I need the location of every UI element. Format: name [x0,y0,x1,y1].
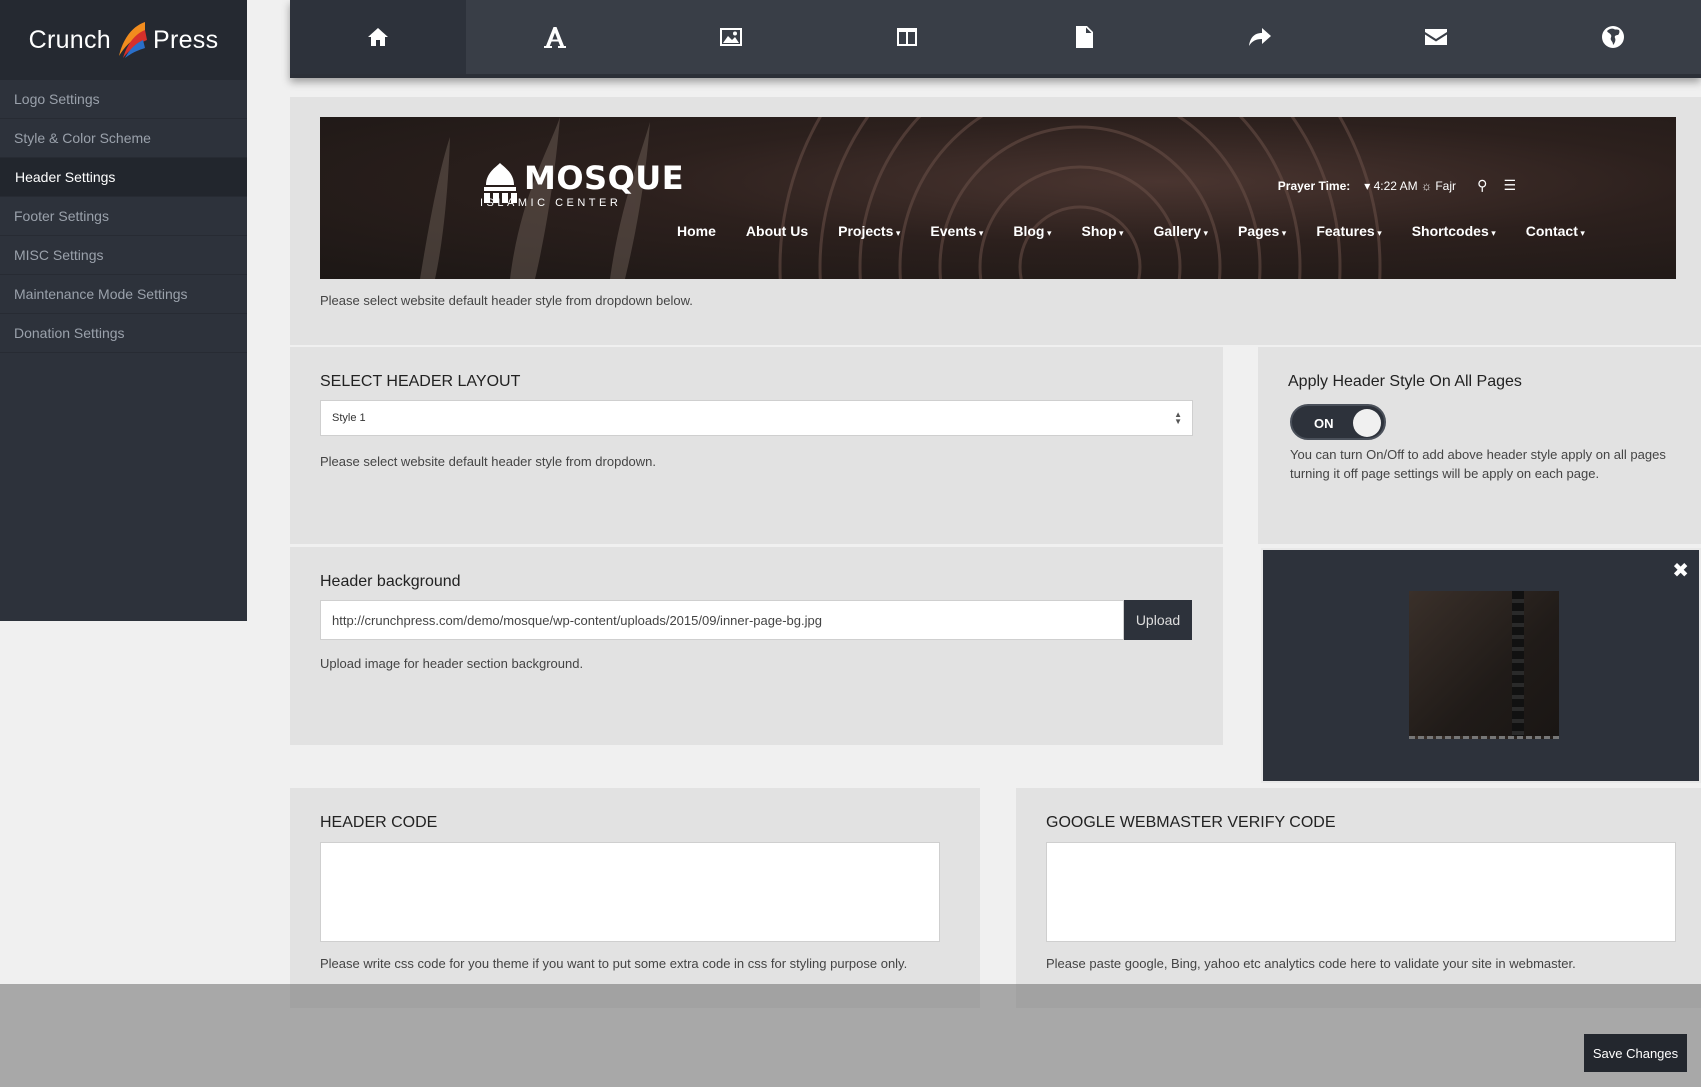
toggle-label: ON [1314,416,1334,431]
preview-nav-item: Pages [1238,223,1286,239]
sidebar-item-footer-settings[interactable]: Footer Settings [0,197,247,236]
preview-nav-item: Projects [838,223,900,239]
prayer-time-value: ▾ 4:22 AM ☼ Fajr [1364,179,1456,193]
tab-social[interactable] [1171,0,1349,78]
prayer-time-label: Prayer Time: [1277,179,1351,193]
header-layout-title: SELECT HEADER LAYOUT [320,373,521,390]
apply-header-style-panel: Apply Header Style On All Pages ON You c… [1258,347,1701,544]
header-layout-select[interactable]: Style 1 ▲ ▼ [320,400,1193,436]
upload-button[interactable]: Upload [1124,600,1192,640]
mosque-logo: MOSQUE ISLAMIC CENTER [480,161,684,209]
header-layout-selected: Style 1 [332,412,366,424]
mosque-dome-icon [484,163,517,203]
search-icon: ⚲ [1477,177,1488,193]
sidebar-item-maintenance-mode[interactable]: Maintenance Mode Settings [0,275,247,314]
header-background-url-input[interactable]: http://crunchpress.com/demo/mosque/wp-co… [320,600,1124,640]
globe-icon [1601,26,1624,48]
mosque-logo-title: MOSQUE [524,159,685,197]
document-icon [1075,26,1093,48]
verify-code-help: Please paste google, Bing, yahoo etc ana… [1046,956,1576,971]
header-code-help: Please write css code for you theme if y… [320,956,908,971]
logo-text-right: Press [153,25,219,54]
share-icon [1249,28,1272,46]
tab-home[interactable] [290,0,467,78]
font-icon [543,27,566,48]
sidebar-item-label: Maintenance Mode Settings [14,286,188,302]
header-preview-image: MOSQUE ISLAMIC CENTER Prayer Time: ▾ 4:2… [320,117,1676,279]
settings-tab-bar [290,0,1701,78]
header-layout-panel: SELECT HEADER LAYOUT Style 1 ▲ ▼ Please s… [290,347,1223,544]
verify-code-textarea[interactable] [1046,842,1676,942]
sidebar-item-misc-settings[interactable]: MISC Settings [0,236,247,275]
columns-icon [897,28,918,46]
apply-header-style-title: Apply Header Style On All Pages [1288,373,1522,390]
sidebar-item-label: Style & Color Scheme [14,130,151,146]
tab-email[interactable] [1348,0,1525,78]
apply-header-style-help: You can turn On/Off to add above header … [1290,447,1666,481]
preview-header-icons: ⚲ ☰ [1477,177,1516,194]
sidebar-item-label: Logo Settings [14,91,100,107]
sidebar-item-style-color[interactable]: Style & Color Scheme [0,119,247,158]
logo-text-left: Crunch [28,25,111,54]
apply-header-style-toggle[interactable]: ON [1290,404,1386,440]
header-background-panel: Header background http://crunchpress.com… [290,547,1223,745]
tab-typography[interactable] [466,0,643,78]
preview-nav-item: Contact [1526,223,1585,239]
sidebar-item-header-settings[interactable]: Header Settings [0,158,247,197]
sidebar-item-donation-settings[interactable]: Donation Settings [0,314,247,353]
header-background-help: Upload image for header section backgrou… [320,656,584,671]
sidebar: Crunch Press Logo Settings Style & Color… [0,0,247,621]
preview-nav-item: Shop [1082,223,1124,239]
settings-nav: Logo Settings Style & Color Scheme Heade… [0,80,247,353]
preview-nav-item: Home [677,223,716,239]
tab-pages[interactable] [995,0,1172,78]
preview-site-nav: Home About Us Projects Events Blog Shop … [677,223,1615,239]
background-image-preview: ✖ [1261,548,1701,783]
toggle-knob [1353,409,1381,437]
verify-code-panel: GOOGLE WEBMASTER VERIFY CODE Please past… [1016,788,1701,1008]
verify-code-title: GOOGLE WEBMASTER VERIFY CODE [1046,814,1336,831]
preview-nav-item: Blog [1013,223,1051,239]
preview-nav-item: Features [1316,223,1381,239]
header-code-title: HEADER CODE [320,814,438,831]
logo-swoosh-icon [119,22,147,58]
sidebar-item-label: Donation Settings [14,325,125,341]
sidebar-item-logo-settings[interactable]: Logo Settings [0,80,247,119]
sidebar-item-label: Header Settings [15,169,116,185]
envelope-icon [1425,29,1448,45]
header-background-title: Header background [320,573,461,590]
header-layout-help: Please select website default header sty… [320,454,657,469]
header-background-url-value: http://crunchpress.com/demo/mosque/wp-co… [332,612,822,628]
home-icon [368,28,389,46]
save-bar [0,984,1701,1087]
save-changes-button[interactable]: Save Changes [1584,1034,1687,1072]
preview-nav-item: Shortcodes [1412,223,1496,239]
sidebar-item-label: Footer Settings [14,208,109,224]
prayer-time-widget: Prayer Time: ▾ 4:22 AM ☼ Fajr [1278,179,1456,193]
tab-media[interactable] [642,0,820,78]
header-preview-panel: MOSQUE ISLAMIC CENTER Prayer Time: ▾ 4:2… [290,97,1701,345]
prayer-beads-graphic [1512,591,1524,736]
close-icon[interactable]: ✖ [1672,558,1689,583]
background-thumbnail [1409,591,1559,739]
preview-help-text: Please select website default header sty… [320,293,693,308]
preview-nav-item: Gallery [1154,223,1209,239]
tab-language[interactable] [1524,0,1701,78]
tab-layout[interactable] [819,0,996,78]
menu-icon: ☰ [1503,177,1516,193]
crunchpress-logo: Crunch Press [0,0,247,80]
preview-nav-item: Events [930,223,983,239]
select-arrows-icon: ▲ ▼ [1174,410,1182,426]
header-code-panel: HEADER CODE Please write css code for yo… [290,788,980,1008]
sidebar-item-label: MISC Settings [14,247,104,263]
image-icon [719,28,742,46]
header-code-textarea[interactable] [320,842,940,942]
preview-nav-item: About Us [745,223,809,239]
